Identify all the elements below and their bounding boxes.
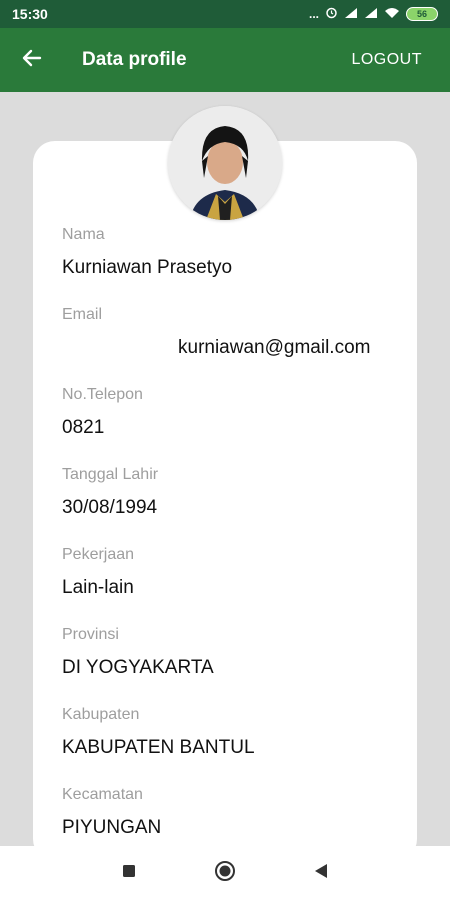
field-label-pekerjaan: Pekerjaan: [62, 546, 135, 563]
field-label-telepon: No.Telepon: [62, 386, 143, 403]
back-nav-button[interactable]: [314, 863, 328, 884]
status-bar: 15:30 ... 56: [0, 0, 450, 28]
notification-dots-icon: ...: [308, 7, 319, 21]
system-nav-bar: [0, 846, 450, 900]
recent-apps-button[interactable]: [122, 864, 136, 883]
field-value-kecamatan: PIYUNGAN: [62, 817, 162, 838]
field-value-provinsi: DI YOGYAKARTA: [62, 657, 214, 678]
avatar: [168, 106, 282, 220]
field-value-pekerjaan: Lain-lain: [62, 577, 134, 598]
back-arrow-icon: [22, 48, 42, 73]
signal-icon: [344, 7, 358, 22]
field-label-tanggal-lahir: Tanggal Lahir: [62, 466, 159, 483]
wifi-icon: [384, 7, 400, 22]
field-label-kabupaten: Kabupaten: [62, 706, 140, 723]
field-value-nama: Kurniawan Prasetyo: [62, 257, 233, 278]
field-value-email: kurniawan@gmail.com: [178, 337, 371, 358]
status-time: 15:30: [12, 6, 48, 22]
page-title: Data profile: [82, 49, 187, 70]
app-bar: Data profile LOGOUT: [0, 28, 450, 92]
alarm-icon: [325, 6, 338, 22]
battery-icon: 56: [406, 7, 438, 21]
field-value-telepon: 0821: [62, 417, 105, 438]
back-nav-icon: [314, 863, 328, 884]
field-value-tanggal-lahir: 30/08/1994: [62, 497, 158, 518]
recent-apps-icon: [122, 864, 136, 883]
back-button[interactable]: [0, 28, 64, 92]
status-icons: ... 56: [309, 6, 438, 22]
field-label-nama: Nama: [62, 226, 105, 243]
home-icon: [214, 860, 236, 887]
field-value-kabupaten: KABUPATEN BANTUL: [62, 737, 255, 758]
signal-icon: [364, 7, 378, 22]
field-label-kecamatan: Kecamatan: [62, 786, 143, 803]
field-label-email: Email: [62, 306, 103, 323]
field-label-provinsi: Provinsi: [62, 626, 119, 643]
logout-button[interactable]: LOGOUT: [351, 51, 422, 69]
home-button[interactable]: [214, 860, 236, 887]
